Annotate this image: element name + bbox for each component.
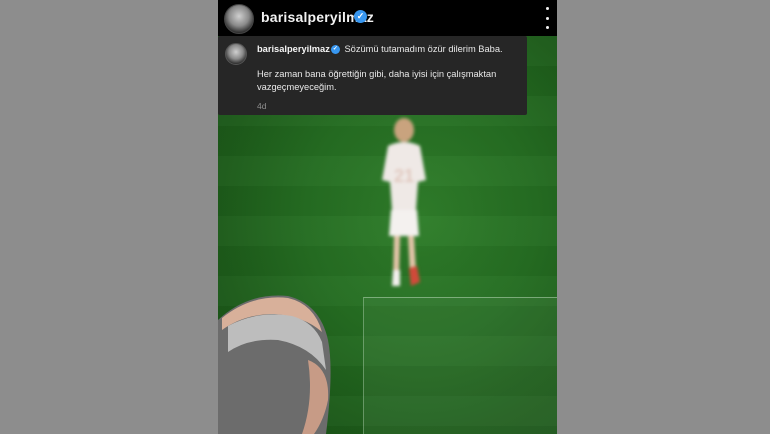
glass-panel bbox=[363, 297, 557, 434]
letterbox-right bbox=[557, 0, 770, 434]
verified-badge-icon: ✓ bbox=[354, 10, 367, 23]
profile-avatar[interactable] bbox=[224, 4, 254, 34]
comment-first-line: barisalperyilmaz ✓ Sözümü tutamadım özür … bbox=[257, 43, 519, 56]
comment-content: barisalperyilmaz ✓ Sözümü tutamadım özür … bbox=[257, 43, 519, 113]
comment-username[interactable]: barisalperyilmaz bbox=[257, 44, 330, 54]
comment-body: Her zaman bana öğrettiğin gibi, daha iyi… bbox=[257, 69, 497, 92]
comment-verified-badge-icon: ✓ bbox=[330, 45, 340, 55]
comment-headline: Sözümü tutamadım özür dilerim Baba. bbox=[344, 44, 503, 54]
letterbox-left bbox=[0, 0, 218, 434]
svg-text:21: 21 bbox=[394, 166, 414, 186]
instagram-post-view: barisalperyilmaz ✓ 21 barisalperyilmaz ✓ … bbox=[218, 0, 557, 434]
comment-card: barisalperyilmaz ✓ Sözümü tutamadım özür … bbox=[218, 36, 527, 115]
post-header: barisalperyilmaz ✓ bbox=[218, 0, 557, 36]
player-figure: 21 bbox=[382, 118, 426, 286]
comment-avatar[interactable] bbox=[225, 43, 247, 65]
spectator-head bbox=[218, 295, 331, 434]
comment-timestamp: 4d bbox=[257, 101, 267, 111]
more-vertical-icon[interactable] bbox=[542, 7, 552, 29]
